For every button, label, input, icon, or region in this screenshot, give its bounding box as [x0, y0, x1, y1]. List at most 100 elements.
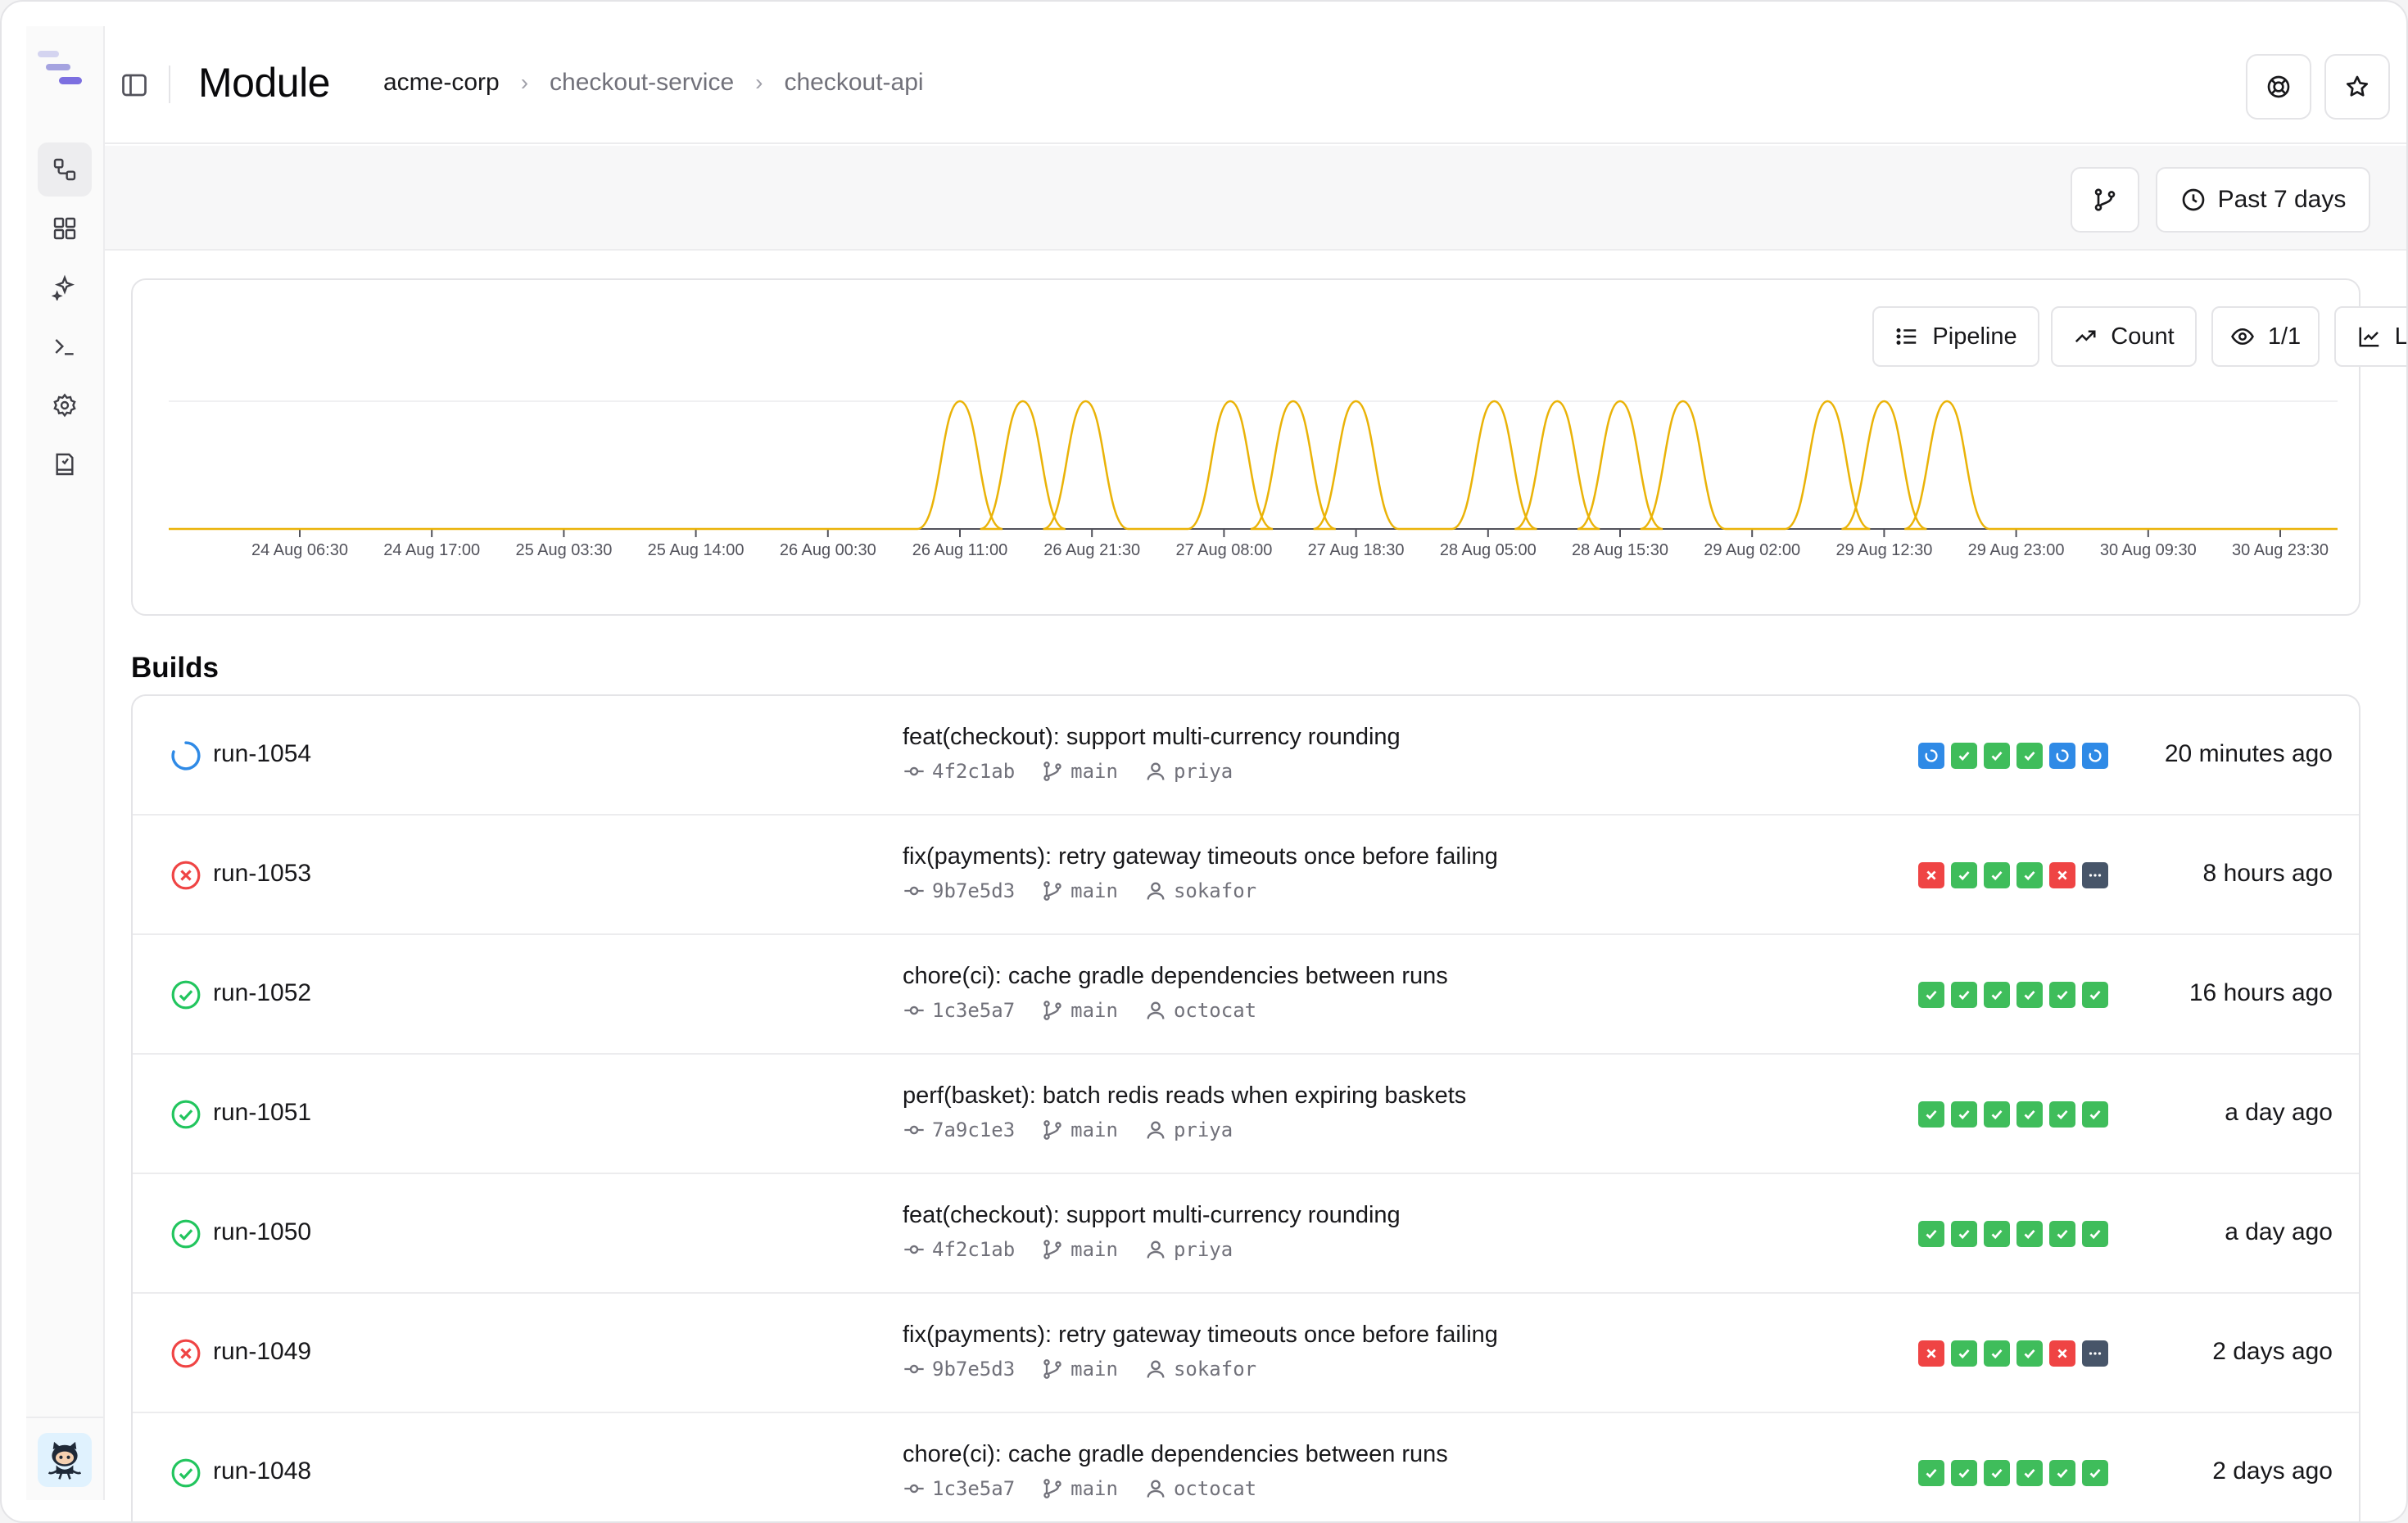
- job-status-success[interactable]: [2082, 1221, 2108, 1247]
- commit-sha[interactable]: 9b7e5d3: [903, 879, 1015, 902]
- commit-sha[interactable]: 4f2c1ab: [903, 1238, 1015, 1261]
- sidebar-item-dashboard[interactable]: [38, 201, 92, 255]
- author-name[interactable]: priya: [1144, 1238, 1233, 1261]
- job-status-success[interactable]: [2016, 743, 2043, 769]
- job-status-success[interactable]: [1984, 1221, 2010, 1247]
- commit-sha[interactable]: 7a9c1e3: [903, 1119, 1015, 1141]
- job-status-success[interactable]: [1918, 1221, 1944, 1247]
- job-status-failed[interactable]: [1918, 862, 1944, 888]
- job-status-success[interactable]: [2016, 1460, 2043, 1486]
- branch-name[interactable]: main: [1041, 1238, 1118, 1261]
- job-status-success[interactable]: [2049, 1460, 2075, 1486]
- job-status-success[interactable]: [2049, 1221, 2075, 1247]
- branch-name[interactable]: main: [1041, 1358, 1118, 1381]
- job-status-success[interactable]: [1918, 1460, 1944, 1486]
- job-status-success[interactable]: [2016, 1101, 2043, 1128]
- job-status-skipped[interactable]: [2082, 862, 2108, 888]
- branch-name[interactable]: main: [1041, 760, 1118, 783]
- avatar[interactable]: [38, 1433, 92, 1487]
- build-row[interactable]: run-1048 chore(ci): cache gradle dependen…: [133, 1413, 2359, 1521]
- branch-name[interactable]: main: [1041, 999, 1118, 1022]
- branch-filter-button[interactable]: [2071, 167, 2139, 233]
- job-status-success[interactable]: [2016, 982, 2043, 1008]
- job-status-success[interactable]: [1951, 743, 1977, 769]
- job-status-success[interactable]: [1984, 862, 2010, 888]
- author-name[interactable]: octocat: [1144, 999, 1256, 1022]
- sidebar-item-docs[interactable]: [38, 437, 92, 491]
- job-status-success[interactable]: [2049, 1101, 2075, 1128]
- run-id-link[interactable]: run-1051: [213, 1099, 311, 1127]
- job-status-success[interactable]: [2049, 982, 2075, 1008]
- run-id-link[interactable]: run-1053: [213, 860, 311, 888]
- commit-sha[interactable]: 9b7e5d3: [903, 1358, 1015, 1381]
- run-id-link[interactable]: run-1052: [213, 979, 311, 1007]
- commit-message[interactable]: chore(ci): cache gradle dependencies bet…: [903, 963, 1448, 990]
- support-button[interactable]: [2246, 54, 2311, 120]
- job-status-success[interactable]: [1984, 743, 2010, 769]
- job-status-success[interactable]: [1951, 982, 1977, 1008]
- commit-sha[interactable]: 1c3e5a7: [903, 999, 1015, 1022]
- run-id-link[interactable]: run-1054: [213, 740, 311, 768]
- commit-sha[interactable]: 1c3e5a7: [903, 1477, 1015, 1500]
- job-status-success[interactable]: [2082, 1460, 2108, 1486]
- job-status-success[interactable]: [1951, 862, 1977, 888]
- commit-message[interactable]: fix(payments): retry gateway timeouts on…: [903, 1322, 1498, 1349]
- run-id-link[interactable]: run-1050: [213, 1218, 311, 1246]
- author-name[interactable]: priya: [1144, 1119, 1233, 1141]
- build-row[interactable]: run-1050 feat(checkout): support multi-cu…: [133, 1174, 2359, 1294]
- commit-sha[interactable]: 4f2c1ab: [903, 760, 1015, 783]
- build-row[interactable]: run-1049 fix(payments): retry gateway tim…: [133, 1294, 2359, 1413]
- job-status-success[interactable]: [1951, 1221, 1977, 1247]
- job-status-success[interactable]: [2016, 862, 2043, 888]
- job-status-success[interactable]: [2082, 982, 2108, 1008]
- job-status-success[interactable]: [2082, 1101, 2108, 1128]
- job-status-success[interactable]: [1984, 1101, 2010, 1128]
- breadcrumb-project[interactable]: checkout-service: [550, 69, 734, 97]
- job-status-running[interactable]: [2082, 743, 2108, 769]
- job-status-failed[interactable]: [2049, 1340, 2075, 1367]
- job-status-success[interactable]: [1984, 1460, 2010, 1486]
- branch-name[interactable]: main: [1041, 879, 1118, 902]
- job-status-success[interactable]: [2016, 1340, 2043, 1367]
- branch-name[interactable]: main: [1041, 1119, 1118, 1141]
- author-name[interactable]: sokafor: [1144, 879, 1256, 902]
- build-row[interactable]: run-1053 fix(payments): retry gateway tim…: [133, 816, 2359, 935]
- sidebar-item-terminal[interactable]: [38, 319, 92, 373]
- build-row[interactable]: run-1052 chore(ci): cache gradle dependen…: [133, 935, 2359, 1055]
- job-status-success[interactable]: [2016, 1221, 2043, 1247]
- job-status-success[interactable]: [1918, 1101, 1944, 1128]
- time-range-button[interactable]: Past 7 days: [2156, 167, 2370, 233]
- commit-message[interactable]: chore(ci): cache gradle dependencies bet…: [903, 1441, 1448, 1468]
- run-id-link[interactable]: run-1049: [213, 1338, 311, 1366]
- job-status-success[interactable]: [1951, 1460, 1977, 1486]
- job-status-success[interactable]: [1918, 982, 1944, 1008]
- job-status-running[interactable]: [1918, 743, 1944, 769]
- job-status-success[interactable]: [1984, 982, 2010, 1008]
- branch-name[interactable]: main: [1041, 1477, 1118, 1500]
- author-name[interactable]: octocat: [1144, 1477, 1256, 1500]
- job-status-success[interactable]: [1951, 1340, 1977, 1367]
- author-name[interactable]: priya: [1144, 760, 1233, 783]
- breadcrumb-org[interactable]: acme-corp: [383, 69, 500, 97]
- job-status-success[interactable]: [1951, 1101, 1977, 1128]
- build-row[interactable]: run-1051 perf(basket): batch redis reads …: [133, 1055, 2359, 1174]
- commit-message[interactable]: feat(checkout): support multi-currency r…: [903, 1202, 1401, 1229]
- author-name[interactable]: sokafor: [1144, 1358, 1256, 1381]
- commit-message[interactable]: fix(payments): retry gateway timeouts on…: [903, 843, 1498, 870]
- app-logo[interactable]: [38, 46, 95, 103]
- run-id-link[interactable]: run-1048: [213, 1457, 311, 1485]
- job-status-skipped[interactable]: [2082, 1340, 2108, 1367]
- build-row[interactable]: run-1054 feat(checkout): support multi-cu…: [133, 696, 2359, 816]
- job-status-failed[interactable]: [2049, 862, 2075, 888]
- sidebar-toggle-button[interactable]: [120, 70, 149, 100]
- favorite-button[interactable]: [2324, 54, 2390, 120]
- job-status-failed[interactable]: [1918, 1340, 1944, 1367]
- job-status-success[interactable]: [1984, 1340, 2010, 1367]
- job-status-running[interactable]: [2049, 743, 2075, 769]
- commit-message[interactable]: feat(checkout): support multi-currency r…: [903, 724, 1401, 751]
- sidebar-item-settings[interactable]: [38, 378, 92, 432]
- commit-message[interactable]: perf(basket): batch redis reads when exp…: [903, 1082, 1466, 1109]
- sidebar-item-pipelines[interactable]: [38, 142, 92, 197]
- sidebar-item-insights[interactable]: [38, 260, 92, 314]
- breadcrumb-module[interactable]: checkout-api: [784, 69, 923, 97]
